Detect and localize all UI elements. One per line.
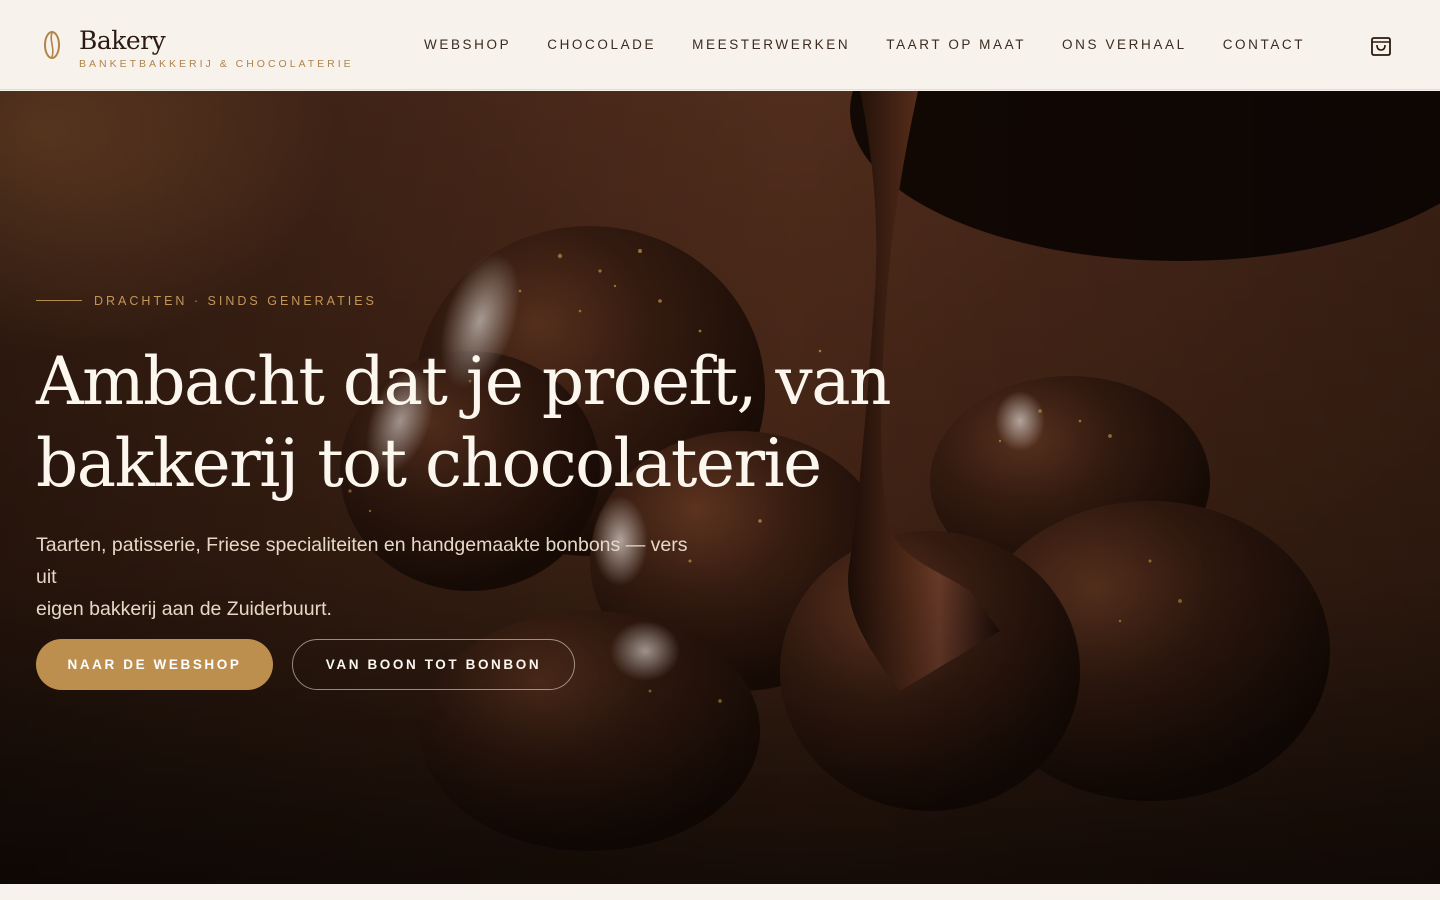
hero-eyebrow: DRACHTEN · SINDS GENERATIES <box>94 294 377 308</box>
nav-item-contact[interactable]: CONTACT <box>1205 34 1323 56</box>
hero-title-line-2: bakkerij tot chocolaterie <box>36 425 822 502</box>
hero-section: DRACHTEN · SINDS GENERATIES Ambacht dat … <box>0 91 1440 884</box>
nav-item-chocolade[interactable]: CHOCOLADE <box>529 34 674 56</box>
eyebrow-divider <box>36 300 82 301</box>
nav-item-webshop[interactable]: WEBSHOP <box>406 34 529 56</box>
webshop-button[interactable]: NAAR DE WEBSHOP <box>36 639 273 690</box>
nav-item-meesterwerken[interactable]: MEESTERWERKEN <box>674 34 868 56</box>
bean-to-bonbon-button[interactable]: VAN BOON TOT BONBON <box>292 639 575 690</box>
main-nav: WEBSHOP CHOCOLADE MEESTERWERKEN TAART OP… <box>406 34 1323 56</box>
site-header: Bakery BANKETBAKKERIJ & CHOCOLATERIE WEB… <box>0 0 1440 90</box>
hero-subtitle: Taarten, patisserie, Friese specialiteit… <box>36 529 696 625</box>
brand-name: Bakery <box>79 26 166 55</box>
hero-subtitle-line-2: eigen bakkerij aan de Zuiderbuurt. <box>36 598 332 620</box>
cocoa-bean-icon <box>44 31 60 59</box>
shopping-bag-icon[interactable] <box>1368 32 1394 58</box>
nav-item-taart-op-maat[interactable]: TAART OP MAAT <box>868 34 1044 56</box>
nav-item-ons-verhaal[interactable]: ONS VERHAAL <box>1044 34 1205 56</box>
next-section-edge <box>0 884 1440 900</box>
hero-title-line-1: Ambacht dat je proeft, van <box>36 343 892 420</box>
hero-content: DRACHTEN · SINDS GENERATIES Ambacht dat … <box>36 91 1036 884</box>
brand-tagline: BANKETBAKKERIJ & CHOCOLATERIE <box>79 58 354 70</box>
hero-subtitle-line-1: Taarten, patisserie, Friese specialiteit… <box>36 534 688 588</box>
hero-title: Ambacht dat je proeft, van bakkerij tot … <box>36 341 976 505</box>
